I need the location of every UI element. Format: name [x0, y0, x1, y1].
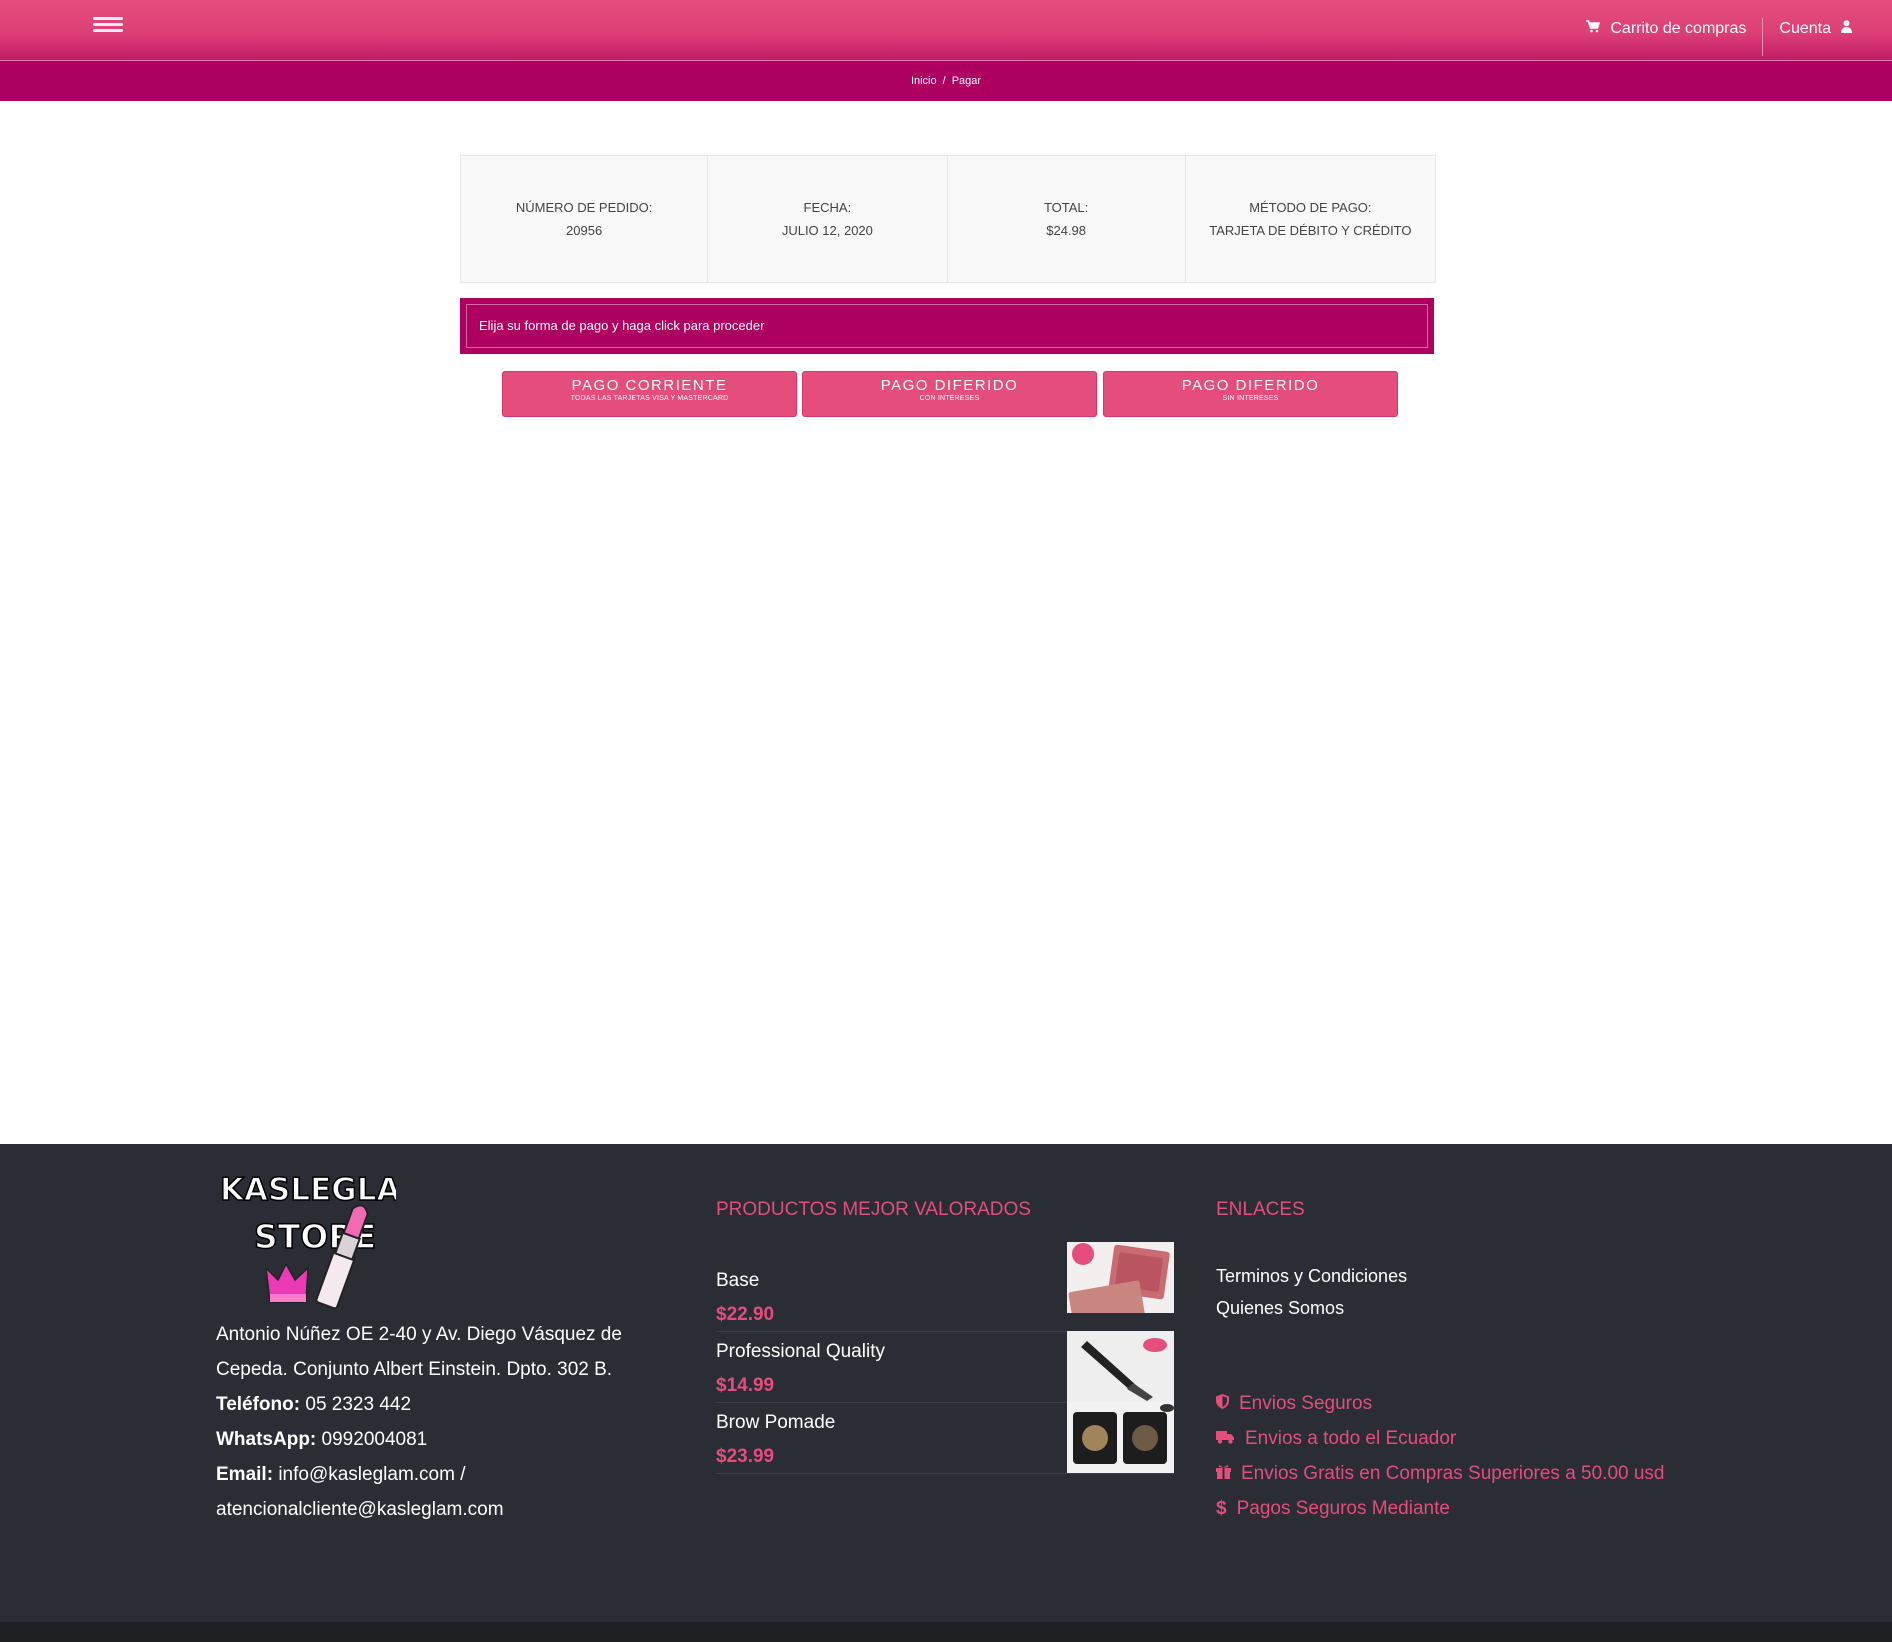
breadcrumb: Inicio / Pagar: [0, 61, 1892, 101]
email-value-2[interactable]: atencionalcliente@kasleglam.com: [216, 1492, 636, 1527]
order-number-value: 20956: [566, 223, 603, 238]
email-value-1[interactable]: info@kasleglam.com /: [278, 1464, 465, 1485]
pago-corriente-button[interactable]: PAGO CORRIENTE TODAS LAS TARJETAS VISA Y…: [502, 371, 797, 417]
order-date-cell: FECHA: JULIO 12, 2020: [708, 156, 948, 282]
order-total-cell: TOTAL: $24.98: [948, 156, 1186, 282]
payment-method-label: MÉTODO DE PAGO:: [1249, 200, 1372, 215]
order-summary: NÚMERO DE PEDIDO: 20956 FECHA: JULIO 12,…: [460, 155, 1436, 283]
order-date-value: JULIO 12, 2020: [781, 223, 873, 238]
menu-icon[interactable]: [93, 17, 123, 35]
email-row: Email: info@kasleglam.com /: [216, 1457, 636, 1492]
payment-method-value: TARJETA DE DÉBITO Y CRÉDITO: [1209, 223, 1412, 238]
feature-text: Envios a todo el Ecuador: [1245, 1428, 1457, 1449]
top-navbar: Carrito de compras Cuenta: [0, 0, 1892, 61]
whatsapp-row: WhatsApp: 0992004081: [216, 1422, 636, 1457]
shield-icon: [1216, 1393, 1229, 1415]
feature-free-shipping: Envios Gratis en Compras Superiores a 50…: [1216, 1463, 1665, 1485]
address-line-1: Antonio Núñez OE 2-40 y Av. Diego Vásque…: [216, 1324, 622, 1345]
breadcrumb-home[interactable]: Inicio: [911, 75, 937, 87]
order-total-label: TOTAL:: [1043, 200, 1089, 215]
whatsapp-value: 0992004081: [321, 1429, 428, 1450]
order-date-label: FECHA:: [803, 200, 852, 215]
button-subtitle: TODAS LAS TARJETAS VISA Y MASTERCARD: [570, 395, 729, 402]
phone-label: Teléfono:: [216, 1394, 301, 1415]
gift-icon: [1216, 1463, 1231, 1485]
links-title: ENLACES: [1216, 1199, 1305, 1220]
footer-contact: Antonio Núñez OE 2-40 y Av. Diego Vásque…: [216, 1317, 636, 1527]
button-title: PAGO DIFERIDO: [880, 377, 1019, 394]
footer-bottom-bar: [0, 1622, 1892, 1642]
account-label: Cuenta: [1779, 20, 1831, 37]
kasleglam-store-logo[interactable]: KASLEGLAM STORE: [216, 1164, 432, 1312]
breadcrumb-current: Pagar: [951, 75, 982, 87]
nav-right: Carrito de compras Cuenta: [1570, 0, 1892, 60]
address-line-2: Cepeda. Conjunto Albert Einstein. Dpto. …: [216, 1359, 613, 1380]
user-icon: [1841, 20, 1852, 38]
top-rated-products-title: PRODUCTOS MEJOR VALORADOS: [716, 1199, 1031, 1220]
button-subtitle: SIN INTERESES: [1222, 395, 1279, 402]
order-total-value: $24.98: [1046, 223, 1087, 238]
feature-text: Envios Gratis en Compras Superiores a 50…: [1241, 1463, 1665, 1484]
feature-secure-shipping: Envios Seguros: [1216, 1393, 1372, 1415]
button-title: PAGO DIFERIDO: [1181, 377, 1320, 394]
feature-nationwide-shipping: Envios a todo el Ecuador: [1216, 1428, 1456, 1450]
product-thumbnail[interactable]: [1067, 1242, 1174, 1313]
whatsapp-label: WhatsApp:: [216, 1429, 317, 1450]
feature-text: Envios Seguros: [1239, 1393, 1373, 1414]
payment-notice-text: Elija su forma de pago y haga click para…: [466, 304, 1428, 348]
cart-label: Carrito de compras: [1610, 20, 1747, 37]
feature-secure-payments: $ Pagos Seguros Mediante: [1216, 1498, 1450, 1520]
pago-diferido-con-intereses-button[interactable]: PAGO DIFERIDO CON INTERESES: [802, 371, 1097, 417]
pago-diferido-sin-intereses-button[interactable]: PAGO DIFERIDO SIN INTERESES: [1103, 371, 1398, 417]
phone-value: 05 2323 442: [305, 1394, 412, 1415]
button-subtitle: CON INTERESES: [919, 395, 980, 402]
order-number-cell: NÚMERO DE PEDIDO: 20956: [461, 156, 709, 282]
account-link[interactable]: Cuenta: [1763, 0, 1892, 60]
cart-icon: [1586, 20, 1601, 38]
product-thumbnail[interactable]: [1067, 1331, 1174, 1402]
svg-text:KASLEGLAM: KASLEGLAM: [220, 1172, 396, 1208]
breadcrumb-separator: /: [942, 75, 946, 87]
phone-row: Teléfono: 05 2323 442: [216, 1387, 636, 1422]
email-label: Email:: [216, 1464, 274, 1485]
order-number-label: NÚMERO DE PEDIDO:: [515, 200, 653, 215]
terms-link[interactable]: Terminos y Condiciones: [1216, 1266, 1407, 1287]
button-title: PAGO CORRIENTE: [571, 377, 728, 394]
dollar-icon: $: [1216, 1498, 1227, 1519]
payment-notice: Elija su forma de pago y haga click para…: [460, 298, 1434, 354]
truck-icon: [1216, 1428, 1235, 1450]
cart-link[interactable]: Carrito de compras: [1570, 0, 1762, 60]
product-thumbnail[interactable]: [1067, 1402, 1174, 1473]
payment-method-cell: MÉTODO DE PAGO: TARJETA DE DÉBITO Y CRÉD…: [1186, 156, 1435, 282]
feature-text: Pagos Seguros Mediante: [1236, 1498, 1450, 1519]
about-link[interactable]: Quienes Somos: [1216, 1298, 1344, 1319]
